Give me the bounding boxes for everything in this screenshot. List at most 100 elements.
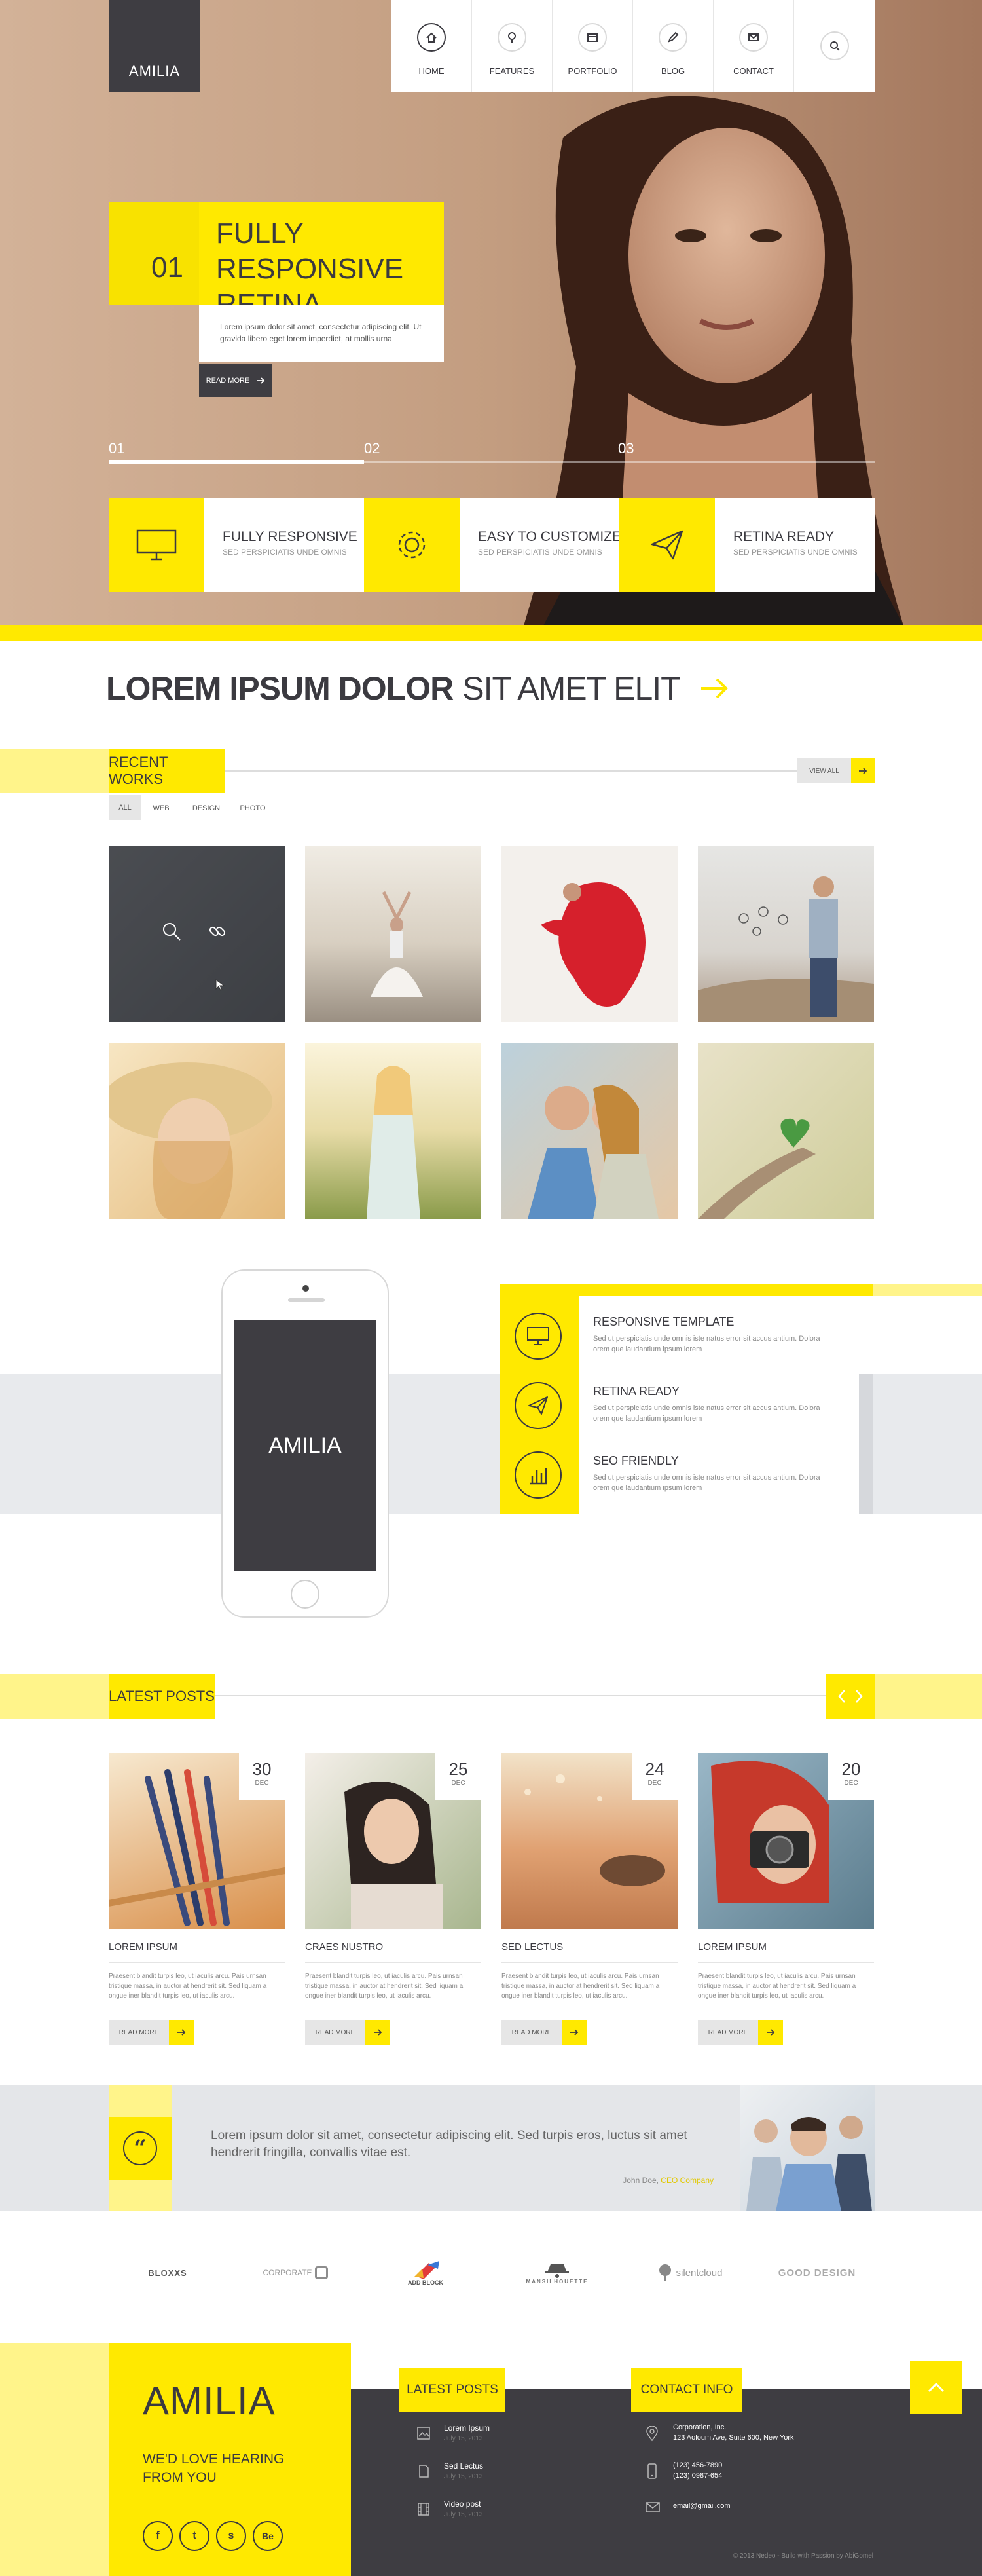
footer-post-item[interactable]: Video post July 15, 2013 bbox=[416, 2499, 580, 2531]
post-divider bbox=[501, 1962, 678, 1963]
zoom-icon[interactable] bbox=[161, 921, 182, 942]
corporate-g-icon bbox=[314, 2266, 328, 2279]
nav-blog[interactable]: BLOG bbox=[633, 0, 714, 92]
recent-works-title: RECENT WORKS bbox=[109, 754, 168, 787]
back-to-top-button[interactable] bbox=[910, 2361, 962, 2414]
portfolio-item[interactable] bbox=[305, 1043, 481, 1219]
client-name: CORPORATE bbox=[263, 2268, 312, 2277]
footer-post-item[interactable]: Sed Lectus July 15, 2013 bbox=[416, 2461, 580, 2493]
portfolio-item[interactable] bbox=[109, 846, 285, 1022]
gear-icon bbox=[398, 531, 426, 559]
portfolio-item[interactable] bbox=[501, 1043, 678, 1219]
team-photo bbox=[746, 2116, 872, 2211]
post-read-more-button[interactable]: READ MORE bbox=[305, 2020, 390, 2045]
client-name: BLOXXS bbox=[148, 2268, 187, 2278]
chevron-left-icon[interactable] bbox=[837, 1689, 846, 1704]
man-photo bbox=[698, 876, 874, 1022]
testimonial-author: John Doe, bbox=[623, 2176, 659, 2185]
behance-icon[interactable]: Be bbox=[253, 2521, 283, 2551]
progress-label-3[interactable]: 03 bbox=[618, 440, 634, 457]
nav-search[interactable] bbox=[794, 0, 875, 92]
link-icon[interactable] bbox=[207, 921, 228, 942]
post-title[interactable]: SED LECTUS bbox=[501, 1941, 563, 1952]
footer-phone: (123) 456-7890 (123) 0987-654 bbox=[646, 2461, 855, 2488]
read-more-label: READ MORE bbox=[315, 2028, 355, 2036]
progress-label-2[interactable]: 02 bbox=[364, 440, 380, 457]
posts-band-left bbox=[0, 1674, 109, 1719]
social-glyph: Be bbox=[262, 2531, 274, 2541]
feature-icon-box bbox=[109, 498, 204, 592]
quote-icon: “ bbox=[123, 2131, 157, 2165]
client-logo[interactable]: MANSILHOUETTE bbox=[515, 2253, 600, 2292]
read-more-label-box: READ MORE bbox=[305, 2020, 365, 2045]
hero-section: AMILIA HOME FEATURES PORTFOLIO BLOG CONT… bbox=[0, 0, 982, 625]
posts-carousel-nav bbox=[826, 1674, 875, 1719]
feature-title: EASY TO CUSTOMIZE bbox=[478, 529, 622, 544]
nav-features[interactable]: FEATURES bbox=[472, 0, 553, 92]
portfolio-item[interactable] bbox=[305, 846, 481, 1022]
client-logo[interactable]: CORPORATE bbox=[253, 2253, 338, 2292]
heart-leaf-photo bbox=[698, 1118, 816, 1219]
view-all-button[interactable]: VIEW ALL bbox=[797, 758, 875, 783]
post-divider bbox=[698, 1962, 874, 1963]
lightbulb-icon bbox=[498, 22, 526, 52]
read-more-label-box: READ MORE bbox=[698, 2020, 758, 2045]
headline: LOREM IPSUM DOLOR SIT AMET ELIT bbox=[106, 669, 731, 707]
showcase-feature-title: RESPONSIVE TEMPLATE bbox=[593, 1315, 735, 1328]
progress-fill bbox=[109, 460, 364, 464]
post-read-more-button[interactable]: READ MORE bbox=[501, 2020, 587, 2045]
phone-number-1[interactable]: (123) 456-7890 bbox=[673, 2461, 722, 2469]
post-read-more-button[interactable]: READ MORE bbox=[698, 2020, 783, 2045]
recent-works-divider bbox=[225, 770, 797, 772]
mail-icon bbox=[739, 22, 768, 52]
filter-all[interactable]: ALL bbox=[109, 795, 141, 820]
post-excerpt: Praesent blandit turpis leo, ut iaculis … bbox=[698, 1973, 856, 2000]
feature-subtitle: SED PERSPICIATIS UNDE OMNIS bbox=[733, 548, 858, 557]
phone-mockup: AMILIA bbox=[221, 1269, 389, 1618]
client-logo[interactable]: silentcloud bbox=[647, 2253, 732, 2292]
nav-portfolio[interactable]: PORTFOLIO bbox=[553, 0, 633, 92]
filter-label: WEB bbox=[153, 804, 170, 812]
slide-number-box: 01 bbox=[109, 202, 199, 305]
post-read-more-button[interactable]: READ MORE bbox=[109, 2020, 194, 2045]
phone-number-2[interactable]: (123) 0987-654 bbox=[673, 2472, 722, 2480]
search-icon bbox=[820, 31, 849, 60]
client-logo[interactable]: GOOD DESIGN bbox=[771, 2253, 863, 2292]
logo[interactable]: AMILIA bbox=[109, 0, 200, 92]
feature-title: RETINA READY bbox=[733, 529, 835, 544]
portfolio-item[interactable] bbox=[698, 1043, 874, 1219]
hero-bottom-bar bbox=[0, 625, 982, 641]
post-title[interactable]: LOREM IPSUM bbox=[698, 1941, 767, 1952]
read-more-label: READ MORE bbox=[708, 2028, 748, 2036]
post-card: 24 DEC SED LECTUS Praesent blandit turpis… bbox=[501, 1753, 678, 2054]
footer-post-item[interactable]: Lorem Ipsum July 15, 2013 bbox=[416, 2423, 580, 2455]
portfolio-item[interactable] bbox=[501, 846, 678, 1022]
client-logo[interactable]: ADD BLOCK bbox=[393, 2253, 458, 2292]
portfolio-item[interactable] bbox=[698, 846, 874, 1022]
read-more-button[interactable]: READ MORE bbox=[199, 364, 272, 397]
twitter-icon[interactable]: t bbox=[179, 2521, 209, 2551]
nav-contact[interactable]: CONTACT bbox=[714, 0, 794, 92]
post-date: 25 DEC bbox=[435, 1753, 481, 1800]
post-title[interactable]: CRAES NUSTRO bbox=[305, 1941, 383, 1952]
nav-home[interactable]: HOME bbox=[391, 0, 472, 92]
facebook-icon[interactable]: f bbox=[143, 2521, 173, 2551]
portfolio-item[interactable] bbox=[109, 1043, 285, 1219]
arrow-right-icon[interactable] bbox=[699, 675, 731, 701]
chevron-right-icon[interactable] bbox=[854, 1689, 864, 1704]
arrow-right-icon bbox=[767, 2029, 775, 2036]
filter-web[interactable]: WEB bbox=[143, 796, 179, 821]
red-dress-photo bbox=[541, 882, 646, 1007]
paper-plane-icon bbox=[515, 1382, 562, 1429]
filter-label: DESIGN bbox=[192, 804, 221, 812]
read-more-label-box: READ MORE bbox=[109, 2020, 169, 2045]
progress-label-1[interactable]: 01 bbox=[109, 440, 124, 457]
post-title[interactable]: LOREM IPSUM bbox=[109, 1941, 177, 1952]
filter-photo[interactable]: PHOTO bbox=[233, 796, 272, 821]
client-logo[interactable]: BLOXXS bbox=[128, 2253, 207, 2292]
feature-icon-box bbox=[364, 498, 460, 592]
footer-posts-title: LATEST POSTS bbox=[407, 2383, 498, 2397]
email-address[interactable]: email@gmail.com bbox=[673, 2502, 731, 2510]
filter-design[interactable]: DESIGN bbox=[183, 796, 229, 821]
skype-icon[interactable]: s bbox=[216, 2521, 246, 2551]
